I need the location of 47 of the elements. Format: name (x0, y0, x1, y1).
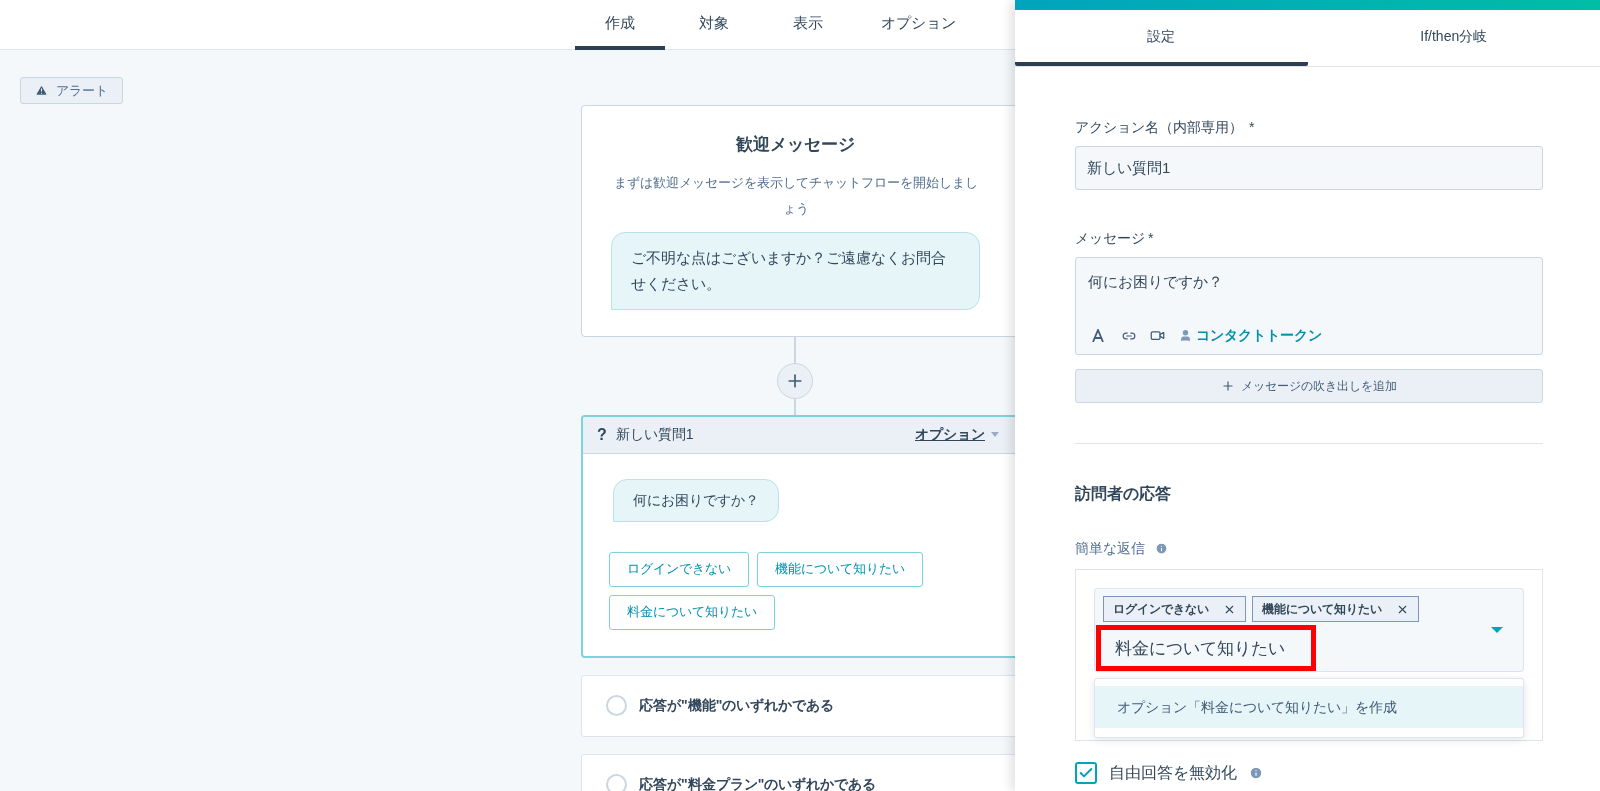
checkbox[interactable] (1075, 762, 1097, 784)
field-label: 簡単な返信 (1075, 539, 1145, 558)
quick-reply-button[interactable]: ログインできない (609, 551, 749, 587)
welcome-card[interactable]: 歓迎メッセージ まずは歓迎メッセージを表示してチャットフローを開始しましょう ご不明な点はございますか？ご遠慮なくお問合せください。 (581, 105, 1015, 337)
info-icon[interactable] (1155, 542, 1168, 555)
add-bubble-button[interactable]: メッセージの吹き出しを追加 (1075, 369, 1543, 403)
suggestion-option[interactable]: オプション「料金について知りたい」を作成 (1095, 686, 1523, 728)
card-title: 歓迎メッセージ (736, 134, 855, 156)
info-icon[interactable] (1249, 766, 1263, 780)
question-card[interactable]: ? 新しい質問1 オプション 何にお困りですか？ ログインできない 機能について知りたい 料金について知りたい (581, 414, 1015, 658)
checkbox-label: 自由回答を無効化 (1109, 763, 1237, 783)
warning-icon (35, 84, 48, 97)
branch-row[interactable]: 応答が"機能"のいずれかである (581, 674, 1015, 737)
action-name-field[interactable]: 新しい質問1 (1075, 146, 1543, 190)
video-icon[interactable] (1150, 328, 1165, 343)
caret-icon (991, 432, 999, 437)
person-icon (1179, 329, 1192, 342)
nav-tab[interactable]: 作成 (575, 0, 665, 50)
nav-tab[interactable]: 表示 (763, 0, 853, 50)
message-field[interactable]: 何にお困りですか？ コンタクトトークン (1075, 257, 1543, 355)
reply-input-field[interactable]: 料金について知りたい (1096, 625, 1316, 671)
field-label: メッセージ (1075, 229, 1145, 248)
plus-icon (1221, 379, 1235, 393)
required-mark: * (1249, 118, 1255, 137)
nav-tab[interactable]: オプション (857, 0, 980, 50)
nav-tab[interactable]: 対象 (669, 0, 759, 50)
options-link[interactable]: オプション (915, 424, 985, 445)
card-description: まずは歓迎メッセージを表示してチャットフローを開始しましょう (612, 174, 979, 218)
message-text: 何にお困りですか？ (1088, 272, 1224, 292)
branch-label: 応答が"機能"のいずれかである (639, 696, 835, 715)
quick-reply-button[interactable]: 機能について知りたい (757, 551, 923, 587)
panel-tab[interactable]: 設定 (1015, 10, 1308, 66)
add-step-button[interactable] (777, 362, 813, 399)
quick-reply-button[interactable]: 料金について知りたい (609, 594, 775, 630)
quick-reply-select[interactable]: ログインできない 機能について知りたい 料金について知りたい (1094, 588, 1524, 672)
question-title: 新しい質問1 (615, 425, 694, 444)
question-mark: ? (597, 424, 607, 445)
reply-tag: ログインできない (1103, 596, 1246, 622)
section-title: 訪問者の応答 (1075, 484, 1172, 504)
message-bubble: 何にお困りですか？ (613, 478, 779, 522)
reply-tag: 機能について知りたい (1252, 596, 1419, 622)
message-bubble: ご不明な点はございますか？ご遠慮なくお問合せください。 (611, 231, 980, 310)
dropdown-caret-icon[interactable] (1491, 627, 1503, 633)
panel-tab[interactable]: If/then分岐 (1307, 10, 1600, 66)
alert-button[interactable]: アラート (20, 77, 123, 104)
required-mark: * (1148, 229, 1154, 248)
field-label: アクション名（内部専用） (1075, 118, 1243, 137)
